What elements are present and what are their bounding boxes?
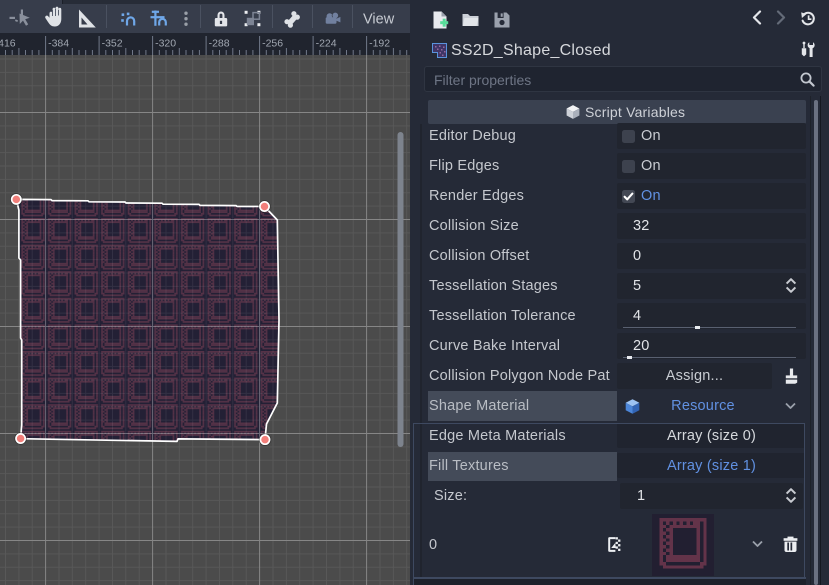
svg-text:-416: -416 [0, 38, 16, 50]
svg-text:-288: -288 [209, 38, 230, 50]
svg-text:-320: -320 [155, 38, 176, 50]
svg-text:-384: -384 [48, 38, 69, 50]
svg-text:-352: -352 [102, 38, 123, 50]
svg-text:-256: -256 [262, 38, 283, 50]
svg-text:View: View [363, 12, 395, 28]
svg-text:-192: -192 [369, 38, 390, 50]
svg-text:-224: -224 [316, 38, 337, 50]
